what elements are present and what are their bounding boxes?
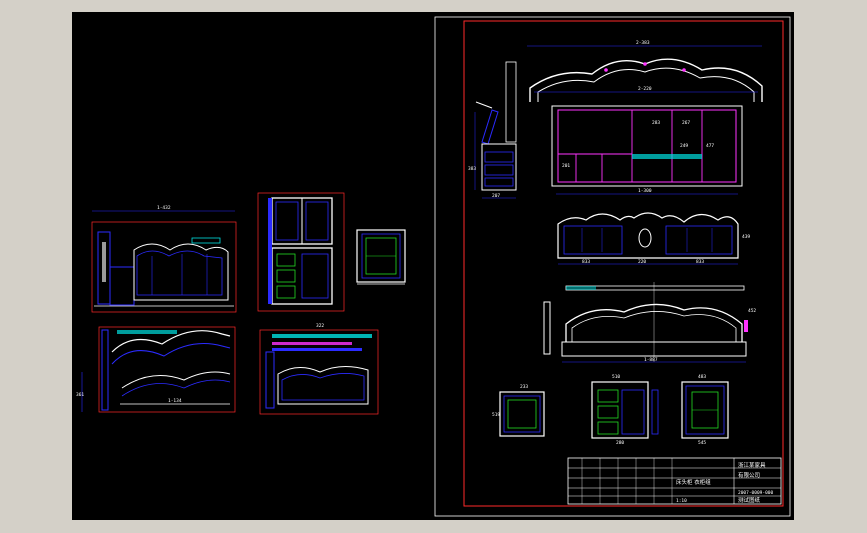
cad-viewport[interactable]: 1-432 361 1-134 322 383 207 2-383 2-220 … [72,12,794,520]
title-drawing-code: 2007-0009-000 [738,490,774,496]
dim-panel-height: 439 [742,234,750,240]
view-footboard: 322 [259,323,379,415]
view-bed-elevation: 1-432 [91,205,237,313]
sheet-panel-row: 833 220 833 439 [557,212,750,265]
dim-headboard-height: 452 [748,308,756,314]
dim-left-vertical: 361 [76,392,84,398]
title-drawing-name: 床头柜 衣柜组 [676,478,711,486]
dim-headboard-width: 1-887 [644,357,658,363]
dim-compartment-a: 283 [652,120,660,126]
dim-small-f: 545 [698,440,706,446]
dim-small-c: 510 [612,374,620,380]
dim-compartment-d: 249 [680,143,688,149]
title-company-line1: 浙江某家具 [738,461,766,469]
title-company-line2: 有限公司 [738,471,760,479]
dim-left-bottom-width: 1-134 [168,398,182,404]
view-small-cabinet [356,229,406,285]
dim-small-b: 519 [492,412,500,418]
title-block: 浙江某家具 有限公司 床头柜 衣柜组 2007-0009-000 1:10 测试… [567,457,782,505]
view-wardrobe-front [257,192,345,312]
sheet-small-views: 233 519 510 280 483 545 [492,374,729,446]
title-scale: 1:10 [676,498,687,504]
dim-bottom-width: 1-300 [638,188,652,194]
dim-panel-right: 833 [696,259,704,265]
title-status: 测试图纸 [738,496,761,504]
dim-compartment-c: 477 [706,143,714,149]
dim-left-mid-width: 322 [316,323,324,329]
dim-small-e: 483 [698,374,706,380]
dim-left-top-width: 1-432 [157,205,171,211]
dim-top-width: 2-383 [636,40,650,46]
cad-drawing-canvas: 1-432 361 1-134 322 383 207 2-383 2-220 … [76,16,791,517]
dim-side-height: 383 [468,166,476,172]
sheet-headboard: 1-887 452 [543,282,756,363]
dim-compartment-e: 201 [562,163,570,169]
dim-small-d: 280 [616,440,624,446]
sheet-side-elevation: 383 207 [468,61,517,199]
sheet-bed-front: 2-383 2-220 283 267 477 249 201 1-300 [527,40,763,195]
view-bed-plan-left: 361 1-134 [76,326,236,413]
dim-side-depth: 207 [492,193,500,199]
dim-panel-mid: 220 [638,259,646,265]
dim-small-a: 233 [520,384,528,390]
dim-panel-left: 833 [582,259,590,265]
dim-compartment-b: 267 [682,120,690,126]
dim-inner-width: 2-220 [638,86,652,92]
